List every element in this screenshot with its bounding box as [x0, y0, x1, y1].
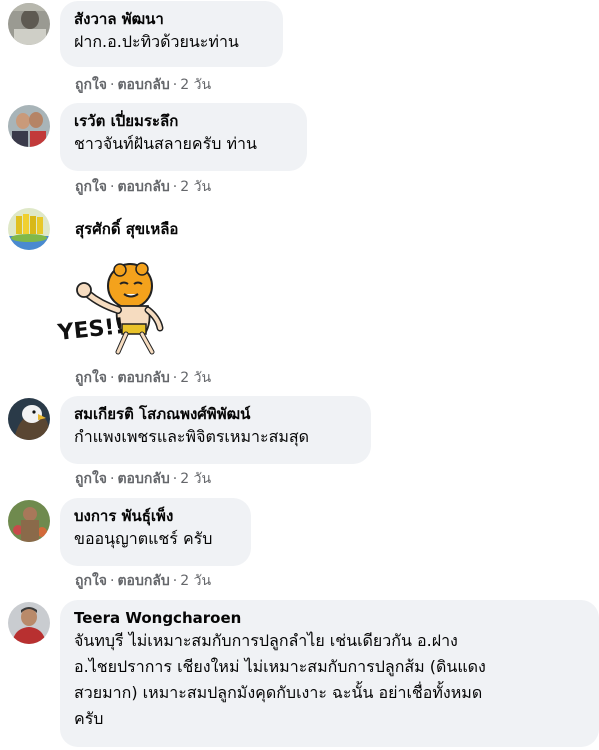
avatar[interactable] — [8, 398, 50, 440]
like-link[interactable]: ถูกใจ — [75, 573, 107, 589]
comment-bubble: เรวัต เปี่ยมระลึก ชาวจันท์ฝันสลายครับ ท่… — [60, 103, 307, 171]
comment-bubble: บงการ พันธุ์เพ็ง ขออนุญาตแชร์ ครับ — [60, 498, 251, 566]
reply-link[interactable]: ตอบกลับ — [117, 77, 169, 93]
comment-text-line: สวยมาก) เหมาะสมปลูกมังคุดกับเงาะ ฉะนั้น … — [74, 683, 483, 702]
comment-actions: ถูกใจ · ตอบกลับ · 2 วัน — [75, 470, 211, 488]
comment-text: ขออนุญาตแชร์ ครับ — [74, 529, 213, 548]
sticker-caption: YES!! — [56, 314, 126, 346]
comment-actions: ถูกใจ · ตอบกลับ · 2 วัน — [75, 178, 211, 196]
reply-link[interactable]: ตอบกลับ — [117, 573, 169, 589]
avatar[interactable] — [8, 105, 50, 147]
avatar[interactable] — [8, 602, 50, 644]
comment-actions: ถูกใจ · ตอบกลับ · 2 วัน — [75, 572, 211, 590]
commenter-name[interactable]: สมเกียรติ โสภณพงศ์พิพัฒน์ — [74, 404, 357, 424]
separator: · — [172, 471, 178, 487]
timestamp[interactable]: 2 วัน — [180, 77, 211, 93]
separator: · — [172, 370, 178, 386]
like-link[interactable]: ถูกใจ — [75, 179, 107, 195]
commenter-name[interactable]: บงการ พันธุ์เพ็ง — [74, 506, 237, 526]
timestamp[interactable]: 2 วัน — [180, 573, 211, 589]
avatar[interactable] — [8, 3, 50, 45]
separator: · — [110, 370, 115, 386]
separator: · — [172, 179, 178, 195]
timestamp[interactable]: 2 วัน — [180, 179, 211, 195]
reply-link[interactable]: ตอบกลับ — [117, 370, 169, 386]
separator: · — [110, 77, 115, 93]
avatar[interactable] — [8, 208, 50, 250]
comment-bubble: สังวาล พัฒนา ฝาก.อ.ปะทิวด้วยนะท่าน — [60, 1, 283, 67]
timestamp[interactable]: 2 วัน — [180, 370, 211, 386]
commenter-name[interactable]: Teera Wongcharoen — [74, 608, 585, 628]
like-link[interactable]: ถูกใจ — [75, 471, 107, 487]
separator: · — [172, 573, 178, 589]
comment-text: ชาวจันท์ฝันสลายครับ ท่าน — [74, 134, 257, 153]
reply-link[interactable]: ตอบกลับ — [117, 179, 169, 195]
separator: · — [110, 573, 115, 589]
like-link[interactable]: ถูกใจ — [75, 370, 107, 386]
comment-actions: ถูกใจ · ตอบกลับ · 2 วัน — [75, 369, 211, 387]
comment-text: กำแพงเพชรและพิจิตรเหมาะสมสุด — [74, 427, 310, 446]
comment-text-line: ครับ — [74, 709, 104, 728]
sticker-image[interactable]: YES!! — [56, 258, 171, 356]
separator: · — [110, 179, 115, 195]
separator: · — [172, 77, 178, 93]
commenter-name[interactable]: เรวัต เปี่ยมระลึก — [74, 111, 293, 131]
separator: · — [110, 471, 115, 487]
commenter-name[interactable]: สุรศักดิ์ สุขเหลือ — [75, 219, 178, 239]
commenter-name[interactable]: สังวาล พัฒนา — [74, 9, 269, 29]
avatar[interactable] — [8, 500, 50, 542]
comment-text-line: อ.ไชยปราการ เชียงใหม่ ไม่เหมาะสมกับการปล… — [74, 657, 486, 676]
comment-bubble: สมเกียรติ โสภณพงศ์พิพัฒน์ กำแพงเพชรและพิ… — [60, 396, 371, 464]
comment-bubble: Teera Wongcharoen จันทบุรี ไม่เหมาะสมกับ… — [60, 600, 599, 747]
timestamp[interactable]: 2 วัน — [180, 471, 211, 487]
comment-actions: ถูกใจ · ตอบกลับ · 2 วัน — [75, 76, 211, 94]
reply-link[interactable]: ตอบกลับ — [117, 471, 169, 487]
like-link[interactable]: ถูกใจ — [75, 77, 107, 93]
comment-text: ฝาก.อ.ปะทิวด้วยนะท่าน — [74, 32, 239, 51]
comment-text-line: จันทบุรี ไม่เหมาะสมกับการปลูกลำไย เช่นเด… — [74, 631, 458, 650]
